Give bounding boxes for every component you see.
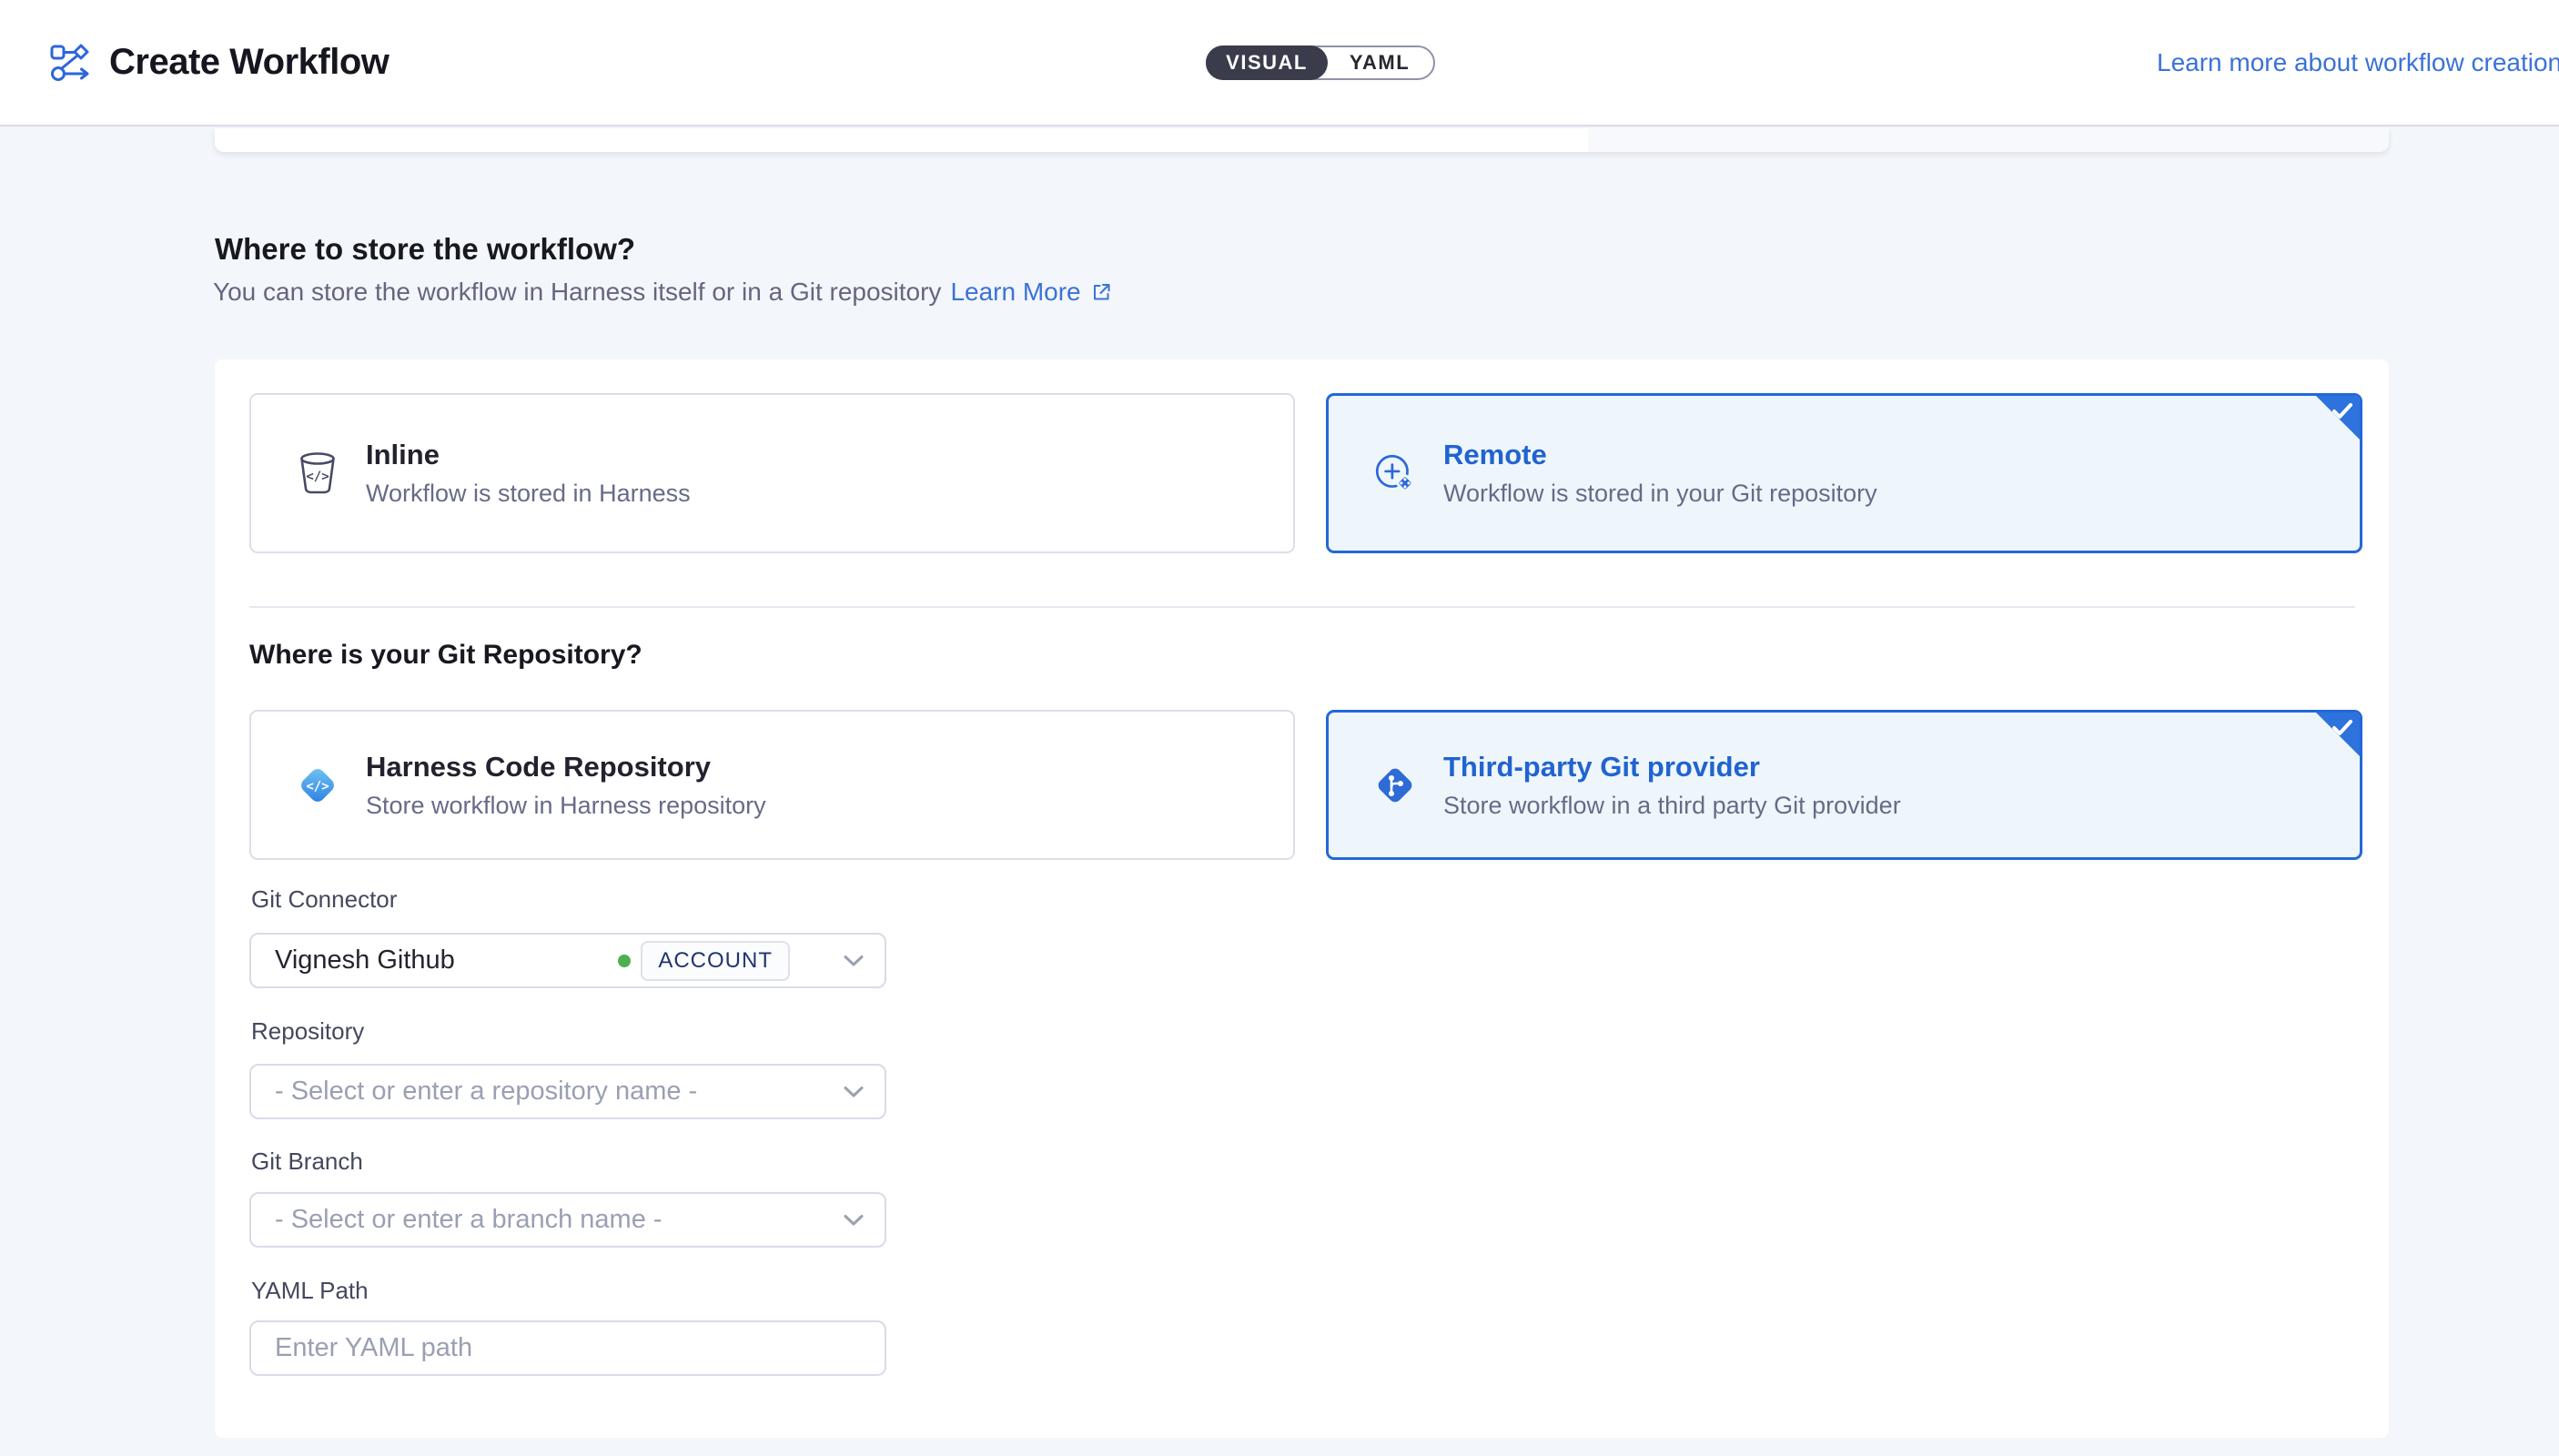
repository-select[interactable]	[249, 1064, 886, 1119]
card-description: Store workflow in Harness repository	[366, 792, 766, 820]
card-description: Workflow is stored in your Git repositor…	[1443, 480, 1877, 508]
workflow-icon	[50, 44, 92, 82]
check-icon	[2331, 719, 2353, 736]
git-branch-input[interactable]	[275, 1205, 790, 1235]
scrolled-card-remnant	[215, 128, 2389, 152]
git-branch-label: Git Branch	[251, 1148, 363, 1176]
repo-section-heading: Where is your Git Repository?	[249, 640, 642, 671]
external-link-icon[interactable]	[1090, 281, 1112, 303]
inline-bucket-icon: </>	[291, 451, 344, 495]
toggle-option-yaml[interactable]: YAML	[1326, 47, 1433, 78]
card-text: Third-party Git provider Store workflow …	[1443, 751, 1901, 820]
page-title: Create Workflow	[109, 42, 389, 83]
repository-label: Repository	[251, 1017, 364, 1046]
repository-input[interactable]	[275, 1077, 790, 1107]
harness-code-icon: </>	[291, 760, 344, 811]
visual-yaml-toggle[interactable]: VISUAL YAML	[1206, 46, 1435, 80]
card-title: Remote	[1443, 439, 1877, 471]
svg-text:</>: </>	[306, 470, 329, 484]
toggle-option-visual[interactable]: VISUAL	[1206, 46, 1328, 80]
store-option-inline-card[interactable]: </> Inline Workflow is stored in Harness	[249, 393, 1295, 553]
connector-status-dot	[618, 955, 631, 967]
card-title: Inline	[366, 439, 691, 471]
store-section-description: You can store the workflow in Harness it…	[213, 278, 1112, 307]
third-party-git-icon	[1369, 760, 1421, 811]
card-text: Inline Workflow is stored in Harness	[366, 439, 691, 508]
card-description: Store workflow in a third party Git prov…	[1443, 792, 1901, 820]
git-branch-select[interactable]	[249, 1192, 886, 1248]
svg-text:</>: </>	[306, 779, 329, 794]
card-text: Remote Workflow is stored in your Git re…	[1443, 439, 1877, 508]
learn-more-workflow-creation-link[interactable]: Learn more about workflow creation	[2157, 48, 2559, 77]
git-connector-select[interactable]: ACCOUNT	[249, 933, 886, 988]
remote-git-icon	[1369, 450, 1421, 497]
section-divider	[249, 606, 2355, 608]
chevron-down-icon[interactable]	[843, 1214, 865, 1227]
scrolled-card-remnant-right	[1588, 128, 2389, 152]
yaml-path-field[interactable]	[249, 1320, 886, 1376]
chevron-down-icon[interactable]	[843, 1086, 865, 1098]
repo-option-third-party-card[interactable]: Third-party Git provider Store workflow …	[1326, 710, 2362, 860]
card-title: Harness Code Repository	[366, 751, 766, 784]
learn-more-link[interactable]: Learn More	[950, 278, 1080, 307]
card-description: Workflow is stored in Harness	[366, 480, 691, 508]
store-option-remote-card[interactable]: Remote Workflow is stored in your Git re…	[1326, 393, 2362, 553]
store-section-description-text: You can store the workflow in Harness it…	[213, 278, 941, 307]
chevron-down-icon[interactable]	[843, 955, 865, 967]
workflow-store-panel: </> Inline Workflow is stored in Harness	[215, 359, 2389, 1438]
yaml-path-input[interactable]	[275, 1333, 865, 1363]
check-icon	[2331, 402, 2353, 420]
store-section-heading: Where to store the workflow?	[215, 232, 635, 267]
create-workflow-screen: Create Workflow VISUAL YAML Learn more a…	[0, 0, 2559, 1456]
scope-badge: ACCOUNT	[641, 941, 790, 981]
card-title: Third-party Git provider	[1443, 751, 1901, 784]
repo-option-harness-code-card[interactable]: </> Harness Code Repository Store workfl…	[249, 710, 1295, 860]
page-header: Create Workflow VISUAL YAML Learn more a…	[0, 0, 2559, 126]
header-title-group: Create Workflow	[50, 42, 389, 83]
git-connector-label: Git Connector	[251, 885, 397, 914]
yaml-path-label: YAML Path	[251, 1277, 369, 1305]
card-text: Harness Code Repository Store workflow i…	[366, 751, 766, 820]
git-connector-input[interactable]	[275, 945, 618, 976]
